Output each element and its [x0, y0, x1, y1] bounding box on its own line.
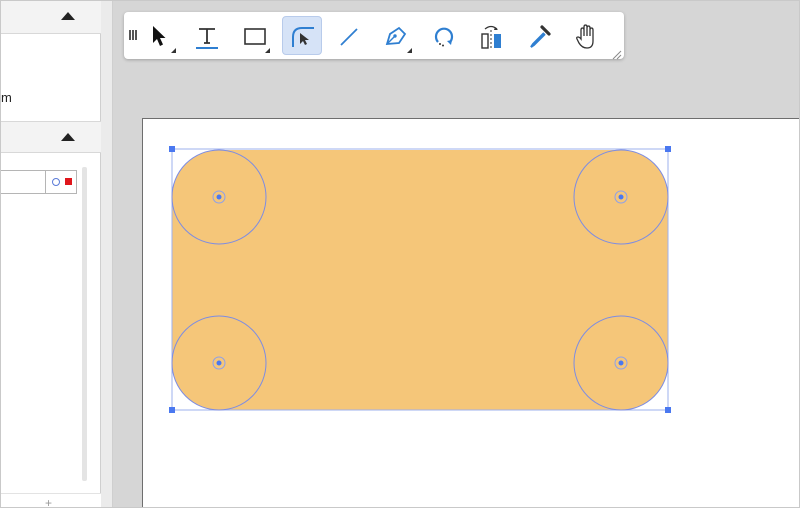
rotate-icon [434, 27, 454, 47]
mirror-tool-button[interactable] [471, 16, 511, 55]
resize-handle-br[interactable] [665, 407, 671, 413]
resize-handle-tr[interactable] [665, 146, 671, 152]
text-t-icon [196, 28, 218, 49]
rectangle-icon [244, 28, 270, 53]
resize-handle-bl[interactable] [169, 407, 175, 413]
hand-icon [576, 24, 594, 49]
corner-radius-icon [292, 27, 314, 47]
rotate-tool-button[interactable] [424, 16, 464, 55]
rectangle-tool-button[interactable] [235, 16, 275, 55]
line-tool-button[interactable] [329, 16, 369, 55]
corner-center-dot-bl [216, 360, 222, 366]
toolbar-resize-grip-icon[interactable] [612, 47, 622, 60]
pen-nib-icon [385, 26, 412, 53]
drawing-layer [169, 146, 671, 413]
app-window: m + [0, 0, 800, 508]
text-tool-button[interactable] [187, 16, 227, 55]
toolbar-grip-icon[interactable] [129, 30, 137, 40]
floating-toolbar [124, 12, 624, 60]
corner-radius-tool-button[interactable] [282, 16, 322, 55]
corner-center-dot-tr [618, 194, 624, 200]
hand-tool-button[interactable] [567, 16, 607, 55]
eyedropper-icon [530, 25, 551, 48]
corner-center-dot-tl [216, 194, 222, 200]
line-icon [340, 28, 358, 46]
mirror-icon [481, 25, 501, 50]
pointer-arrow-icon [153, 26, 176, 53]
pen-tool-button[interactable] [377, 16, 417, 55]
resize-handle-tl[interactable] [169, 146, 175, 152]
corner-center-dot-br [618, 360, 624, 366]
eyedropper-tool-button[interactable] [519, 16, 559, 55]
rounded-rectangle-shape[interactable] [172, 150, 668, 410]
select-tool-button[interactable] [141, 16, 181, 55]
